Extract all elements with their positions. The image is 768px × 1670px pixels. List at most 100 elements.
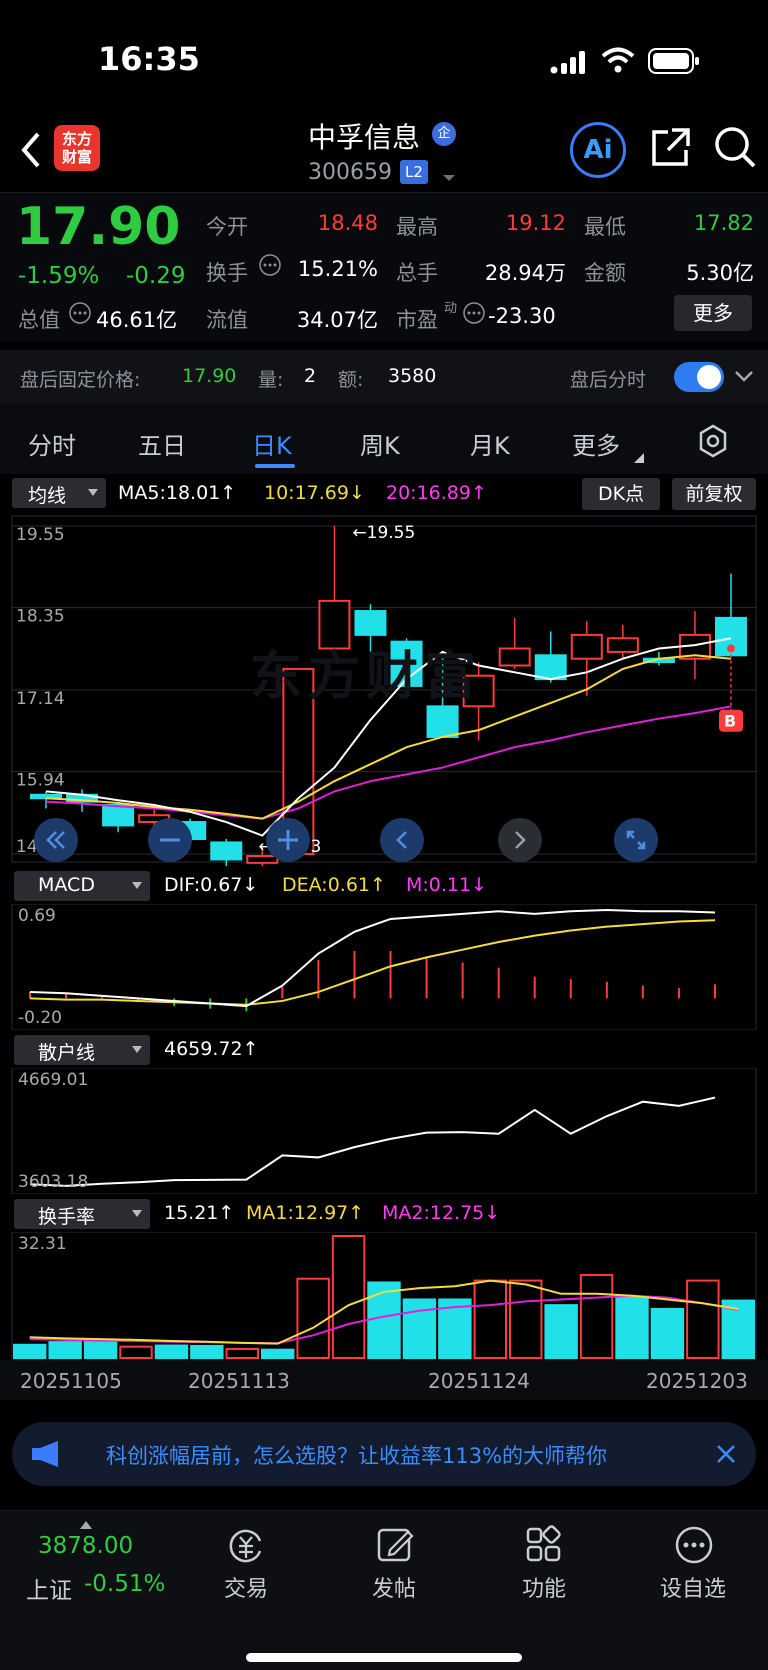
candle-body <box>30 793 62 800</box>
change-pct: -1.59% <box>18 263 100 289</box>
zoom-out-icon[interactable] <box>148 818 192 862</box>
retail-legend-bar: 散户线 4659.72↑ <box>0 1032 768 1068</box>
turnover-bar <box>509 1279 543 1359</box>
mktcap-label: 总值 <box>18 308 60 332</box>
mktcap-value: 46.61亿 <box>96 308 178 332</box>
turnover-label: 换手 <box>206 261 248 285</box>
low-label: 最低 <box>584 215 626 239</box>
trade-icon[interactable] <box>226 1525 266 1565</box>
share-icon[interactable] <box>648 126 692 170</box>
ma10-value: 10:17.69↓ <box>264 482 365 504</box>
tab-active-underline <box>255 464 295 468</box>
retail-selector[interactable]: 散户线 <box>14 1035 150 1065</box>
function-label[interactable]: 功能 <box>522 1571 566 1603</box>
turnover-rate-value: 15.21↑ <box>164 1202 235 1224</box>
y-tick-label: 17.14 <box>16 689 65 709</box>
pe-value: -23.30 <box>488 304 556 328</box>
after-hours-vol: 2 <box>304 365 317 387</box>
scroll-left-fast-icon[interactable] <box>34 818 78 862</box>
post-label[interactable]: 发帖 <box>372 1571 416 1603</box>
adjust-button[interactable]: 前复权 <box>672 478 756 510</box>
caret-down-icon <box>132 1046 142 1053</box>
chevron-down-icon[interactable] <box>734 368 754 384</box>
chevron-down-icon[interactable] <box>442 168 456 181</box>
candlestick-chart[interactable]: 19.5518.3517.1415.9414.73←19.55←14.73B 东… <box>0 514 768 870</box>
watermark: 东方财富 <box>250 647 483 707</box>
date-label: 20251124 <box>428 1369 530 1393</box>
trade-label[interactable]: 交易 <box>224 1571 268 1603</box>
close-icon[interactable] <box>714 1442 738 1466</box>
y-tick-label: 19.55 <box>16 525 65 545</box>
macd-bottom-label: -0.20 <box>18 1008 62 1028</box>
candle-body <box>570 633 603 660</box>
after-hours-amt-label: 额: <box>338 369 364 391</box>
eastmoney-logo: 东方 财富 <box>54 125 100 171</box>
ai-label: Ai <box>583 135 613 165</box>
index-change[interactable]: -0.51% <box>84 1571 165 1597</box>
turnover-bar <box>296 1277 330 1359</box>
caret-down-icon <box>88 489 98 496</box>
float-value: 34.07亿 <box>296 308 378 332</box>
amount-value: 5.30亿 <box>686 261 754 285</box>
after-hours-amt: 3580 <box>388 365 437 387</box>
tab-weekly-k[interactable]: 周K <box>360 426 400 461</box>
battery-icon <box>648 48 700 74</box>
turnover-top-label: 32.31 <box>18 1234 67 1254</box>
scroll-left-icon[interactable] <box>380 818 424 862</box>
post-icon[interactable] <box>376 1525 416 1565</box>
after-hours-toggle[interactable] <box>674 362 724 392</box>
function-icon[interactable] <box>524 1525 564 1565</box>
ai-button[interactable]: Ai <box>570 122 626 178</box>
dif-line <box>29 908 716 1008</box>
turnover-bar <box>48 1341 82 1360</box>
fullscreen-icon[interactable] <box>614 818 658 862</box>
more-button[interactable]: 更多 <box>674 295 752 331</box>
tab-intraday[interactable]: 分时 <box>28 426 76 461</box>
tab-five-day[interactable]: 五日 <box>138 426 186 461</box>
tab-monthly-k[interactable]: 月K <box>470 426 510 461</box>
candle-body <box>102 804 135 827</box>
y-tick-label: 15.94 <box>16 771 65 791</box>
retail-chart: 4669.01 3603.18 <box>0 1067 768 1195</box>
date-axis: 20251105 20251113 20251124 20251203 <box>0 1360 768 1400</box>
change-value: -0.29 <box>126 263 186 289</box>
index-name[interactable]: 上证 <box>26 1571 72 1605</box>
turnover-bar <box>579 1273 614 1360</box>
candle-body <box>606 637 639 653</box>
high-marker-label: ←19.55 <box>352 523 415 543</box>
search-icon[interactable] <box>712 124 758 170</box>
candle-body <box>426 705 459 738</box>
promo-banner[interactable]: 科创涨幅居前，怎么选股？让收益率113%的大师帮你 <box>12 1422 756 1486</box>
ma-selector[interactable]: 均线 <box>12 478 106 508</box>
tab-more[interactable]: 更多 <box>572 426 620 461</box>
stock-name: 中孚信息 <box>308 121 421 154</box>
index-value[interactable]: 3878.00 <box>38 1533 133 1559</box>
high-label: 最高 <box>396 215 438 239</box>
home-indicator[interactable] <box>246 1653 522 1662</box>
turnover-selector[interactable]: 换手率 <box>14 1199 150 1229</box>
macd-legend-bar: MACD DIF:0.67↓ DEA:0.61↑ M:0.11↓ <box>0 868 768 904</box>
date-label: 20251113 <box>188 1369 290 1393</box>
turnover-bar <box>261 1348 295 1360</box>
amount-label: 金额 <box>584 261 626 285</box>
tab-daily-k[interactable]: 日K <box>252 426 292 461</box>
turnover-bar <box>544 1304 578 1359</box>
retail-frame <box>11 1067 757 1195</box>
turnover-bar <box>367 1281 401 1360</box>
info-icon[interactable] <box>258 253 282 277</box>
turnover-selector-label: 换手率 <box>38 1206 96 1228</box>
dk-button[interactable]: DK点 <box>582 478 660 510</box>
scroll-right-icon[interactable] <box>498 818 542 862</box>
level2-badge[interactable]: L2 <box>400 160 428 184</box>
more-dots-icon[interactable] <box>674 1525 714 1565</box>
watchlist-label[interactable]: 设自选 <box>660 1571 726 1603</box>
macd-selector[interactable]: MACD <box>14 871 150 901</box>
info-icon[interactable] <box>68 301 92 325</box>
banner-text: 科创涨幅居前，怎么选股？让收益率113%的大师帮你 <box>106 1444 608 1468</box>
turnover-bar <box>615 1296 649 1359</box>
back-icon[interactable] <box>16 130 46 170</box>
zoom-in-icon[interactable] <box>266 818 310 862</box>
macd-frame <box>11 903 757 1031</box>
info-icon[interactable] <box>462 301 486 325</box>
gear-icon[interactable] <box>696 424 730 458</box>
